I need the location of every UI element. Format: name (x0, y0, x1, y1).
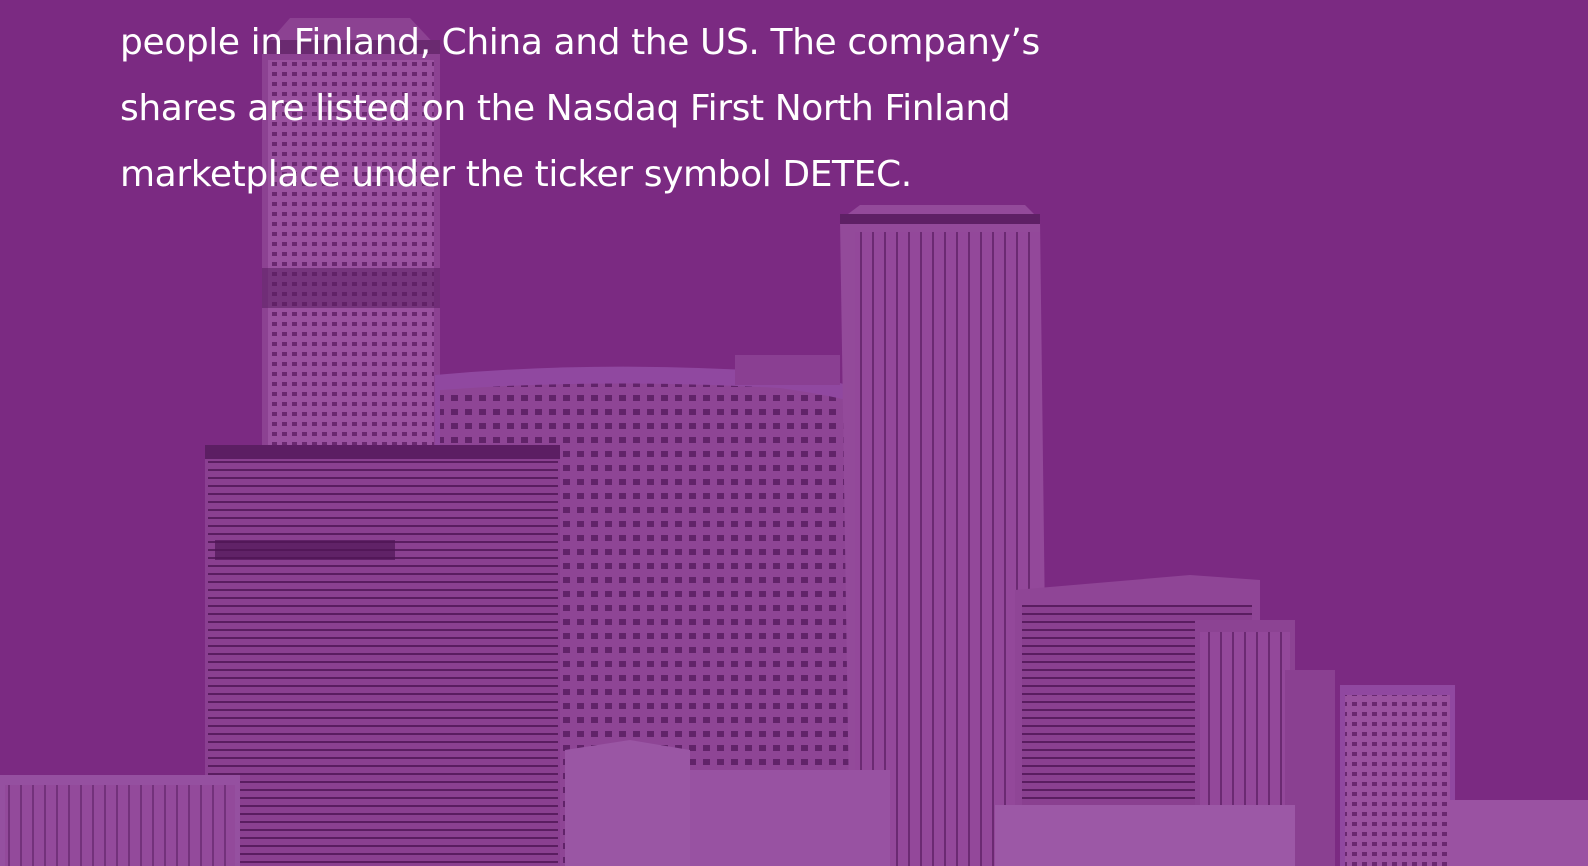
hero-section: people in Finland, China and the US. The… (0, 0, 1588, 866)
company-description: people in Finland, China and the US. The… (120, 10, 1080, 208)
description-line-1: people in Finland, China and the US. The… (120, 22, 1040, 63)
front-left-block (205, 445, 560, 866)
description-line-2: shares are listed on the Nasdaq First No… (120, 88, 1011, 129)
description-line-3: marketplace under the ticker symbol DETE… (120, 154, 912, 195)
